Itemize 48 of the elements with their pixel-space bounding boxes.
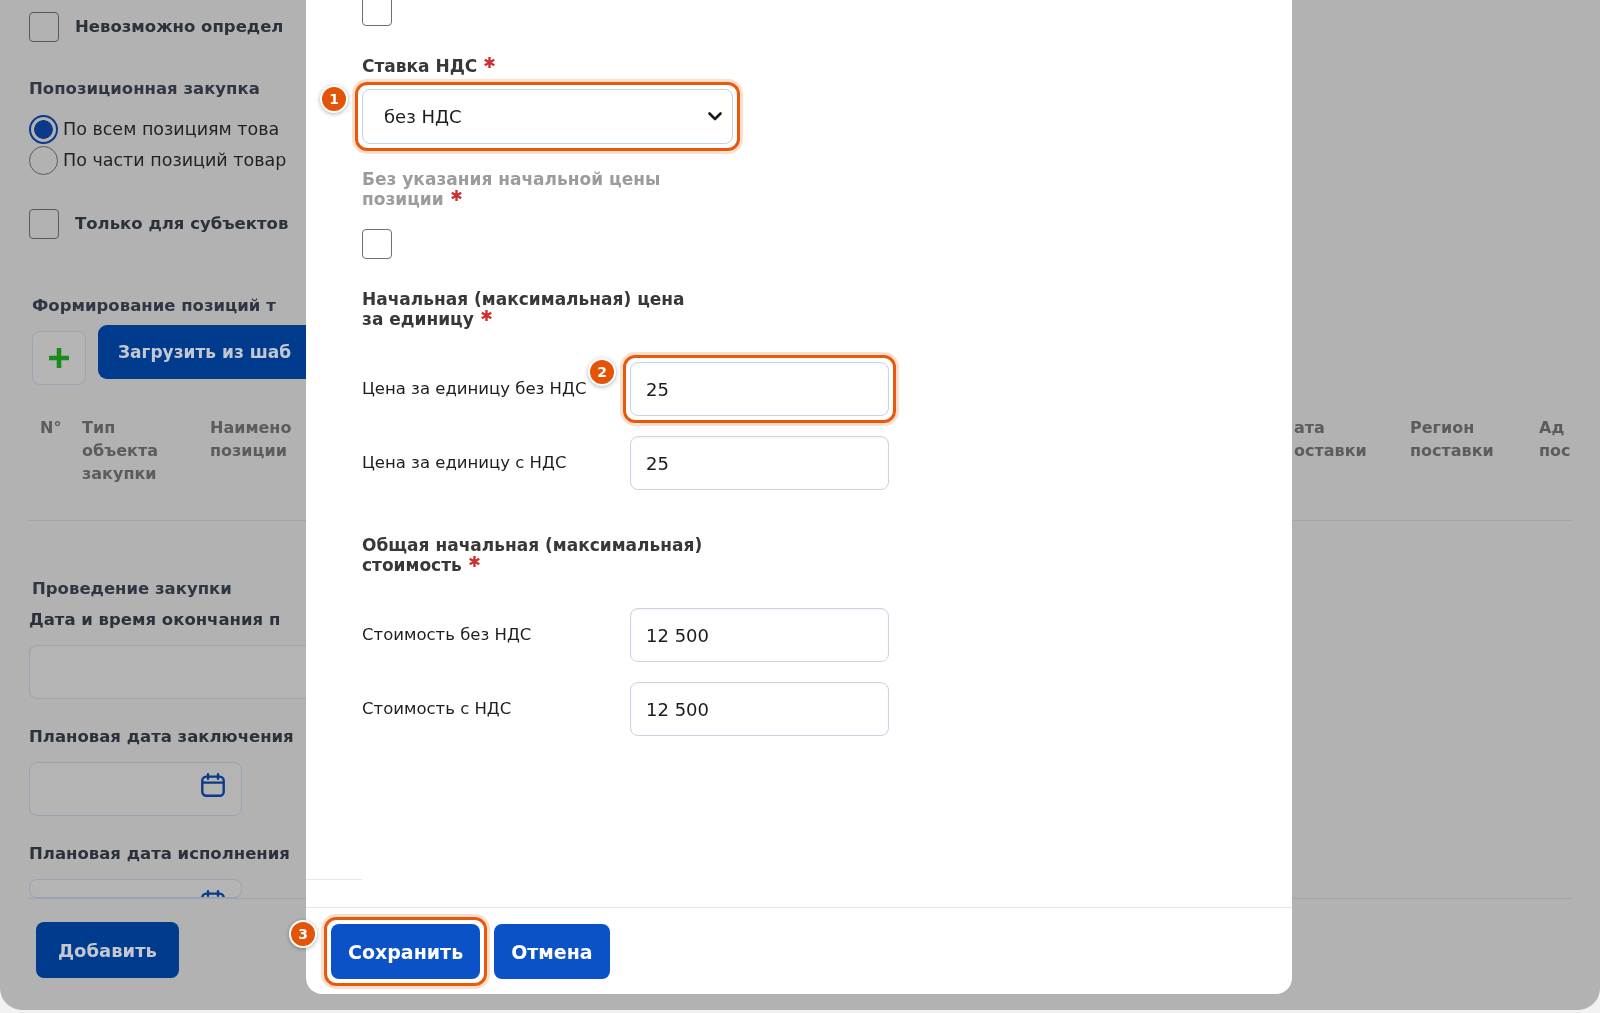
field-label: Плановая дата исполнения bbox=[29, 843, 290, 865]
field-label: Ставка НДС bbox=[362, 56, 478, 76]
chevron-down-icon bbox=[708, 112, 722, 121]
cancel-button[interactable]: Отмена bbox=[494, 924, 610, 979]
checkbox[interactable] bbox=[29, 209, 59, 239]
section-title: Попозиционная закупка bbox=[29, 78, 260, 100]
checkbox-label: Только для субъектов bbox=[75, 213, 289, 235]
plus-icon bbox=[49, 348, 69, 368]
calendar-icon[interactable] bbox=[201, 773, 225, 797]
date-field[interactable] bbox=[29, 879, 242, 898]
save-button[interactable]: Сохранить bbox=[331, 924, 481, 979]
input-field[interactable]: 25 bbox=[630, 436, 889, 490]
step-badge: 1 bbox=[320, 85, 348, 113]
load-template-button[interactable]: Загрузить из шаб bbox=[98, 325, 306, 379]
datetime-field[interactable] bbox=[29, 645, 306, 699]
column-header: Наимено позиции bbox=[210, 417, 292, 462]
input-field[interactable]: 12 500 bbox=[630, 682, 889, 736]
date-field[interactable] bbox=[29, 762, 242, 816]
checkbox-label: Невозможно определ bbox=[75, 16, 284, 38]
field-label: Дата и время окончания п bbox=[29, 609, 281, 631]
field-label: Общая начальная (максимальная) стоимость bbox=[362, 535, 703, 575]
add-button[interactable]: Добавить bbox=[36, 922, 179, 978]
field-label: Начальная (максимальная) цена за единицу bbox=[362, 289, 685, 329]
field-label: Плановая дата заключения bbox=[29, 726, 294, 748]
input-field[interactable]: 12 500 bbox=[630, 608, 889, 662]
checkbox[interactable] bbox=[362, 0, 392, 26]
field-label: Стоимость с НДС bbox=[362, 699, 512, 718]
add-row-button[interactable] bbox=[32, 331, 86, 385]
field-label: Цена за единицу без НДС bbox=[362, 379, 587, 398]
column-header: Ад пос bbox=[1539, 417, 1571, 462]
calendar-icon[interactable] bbox=[201, 890, 225, 897]
input-field[interactable]: 25 bbox=[630, 362, 889, 416]
field-label: Стоимость без НДС bbox=[362, 625, 532, 644]
field-label: Цена за единицу с НДС bbox=[362, 453, 567, 472]
column-header: ата оставки bbox=[1294, 417, 1367, 462]
step-badge: 3 bbox=[289, 920, 317, 948]
checkbox[interactable] bbox=[29, 12, 59, 42]
step-badge: 2 bbox=[588, 358, 616, 386]
column-header: Тип объекта закупки bbox=[82, 417, 158, 485]
column-header: N° bbox=[40, 417, 62, 439]
column-header: Регион поставки bbox=[1410, 417, 1494, 462]
field-label: Без указания начальной цены позиции bbox=[362, 169, 661, 209]
radio-label: По всем позициям това bbox=[63, 118, 280, 141]
radio-label: По части позиций товар bbox=[63, 149, 287, 172]
radio-button[interactable] bbox=[29, 114, 58, 144]
dropdown-select[interactable]: без НДС bbox=[362, 89, 733, 144]
section-title: Проведение закупки bbox=[32, 578, 232, 600]
section-title: Формирование позиций т bbox=[32, 295, 276, 317]
